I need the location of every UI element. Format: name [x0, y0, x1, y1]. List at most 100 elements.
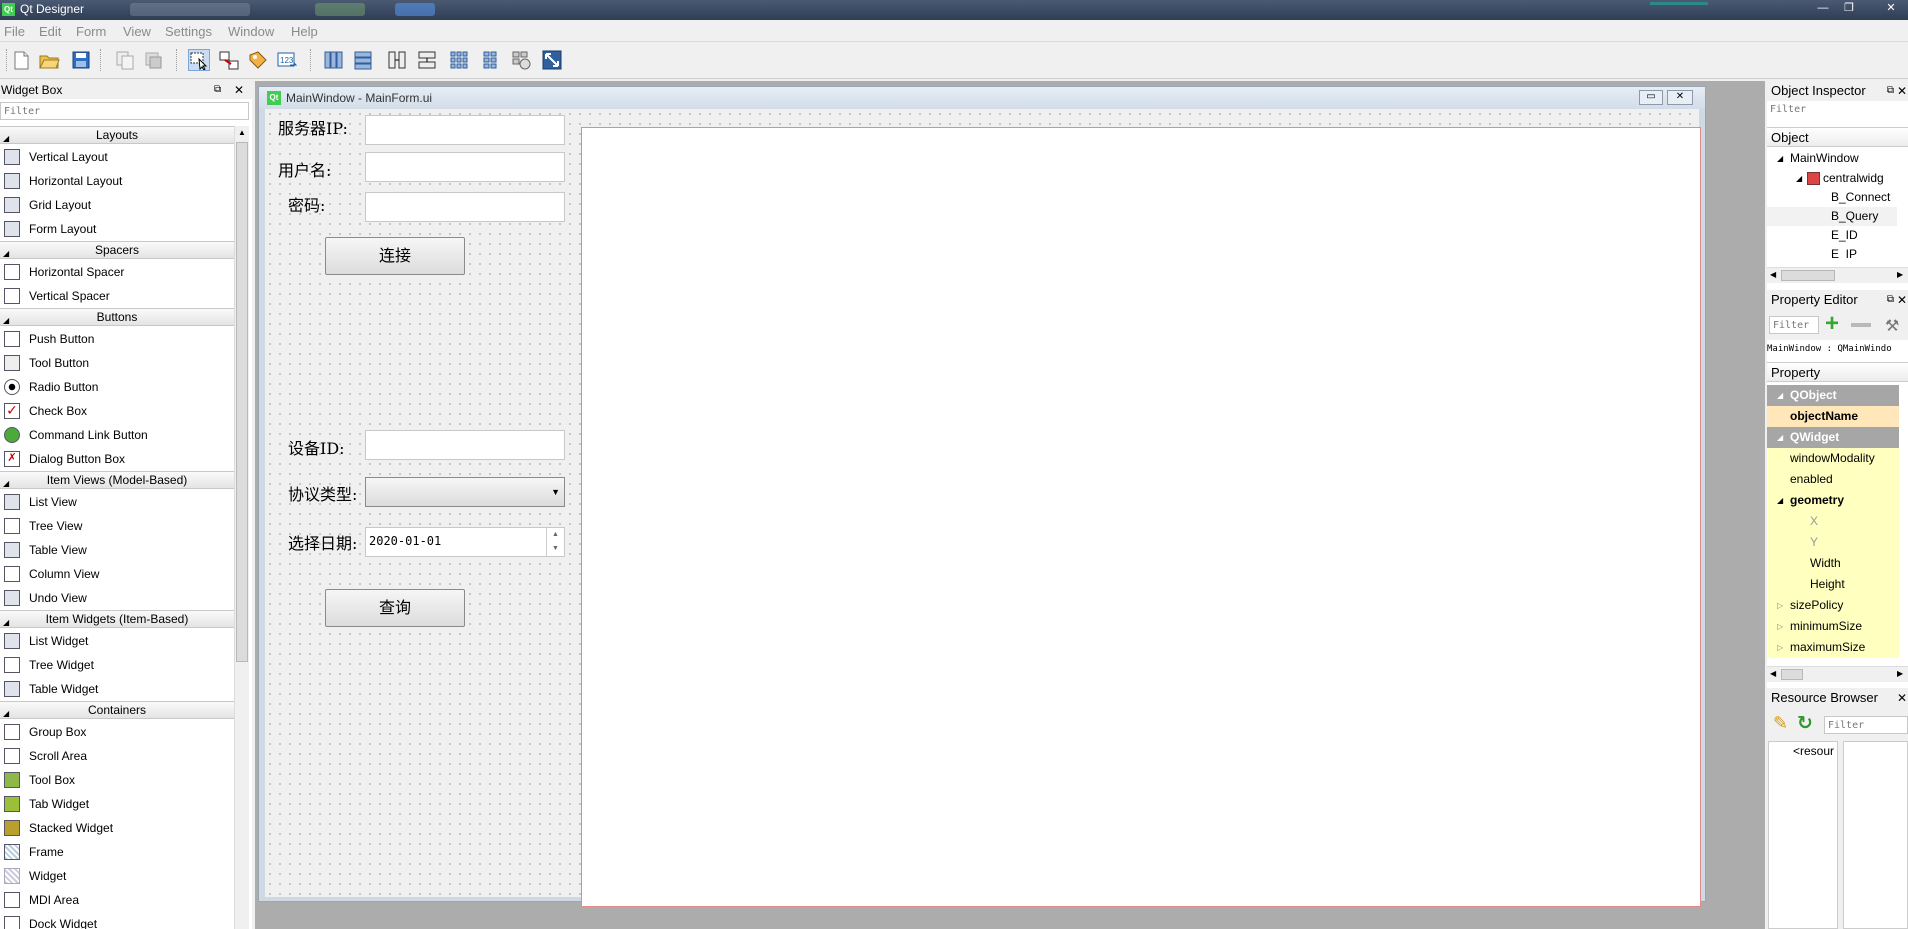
property-column-header[interactable]: Property [1767, 362, 1908, 382]
widget-item-stacked-widget[interactable]: Stacked Widget [0, 816, 234, 840]
property-minimumsize[interactable]: ▷ minimumSize [1767, 616, 1899, 637]
close-icon[interactable]: ✕ [1897, 688, 1907, 708]
widget-filter-input[interactable]: Filter [0, 102, 249, 120]
close-icon[interactable]: ✕ [1897, 81, 1907, 101]
object-filter-input[interactable]: Filter [1767, 101, 1908, 119]
close-icon[interactable]: ✕ [1897, 290, 1907, 310]
tree-item-b-query[interactable]: B_Query [1767, 207, 1897, 226]
float-icon[interactable]: ⧉ [214, 81, 221, 99]
form-close-button[interactable]: ✕ [1667, 90, 1693, 105]
form-canvas[interactable]: 服务器IP: 用户名: 密码: 连接 设备ID: 协议类型: ▼ 选择日期: 2… [265, 109, 1701, 907]
widget-item-group-box[interactable]: Group Box [0, 720, 234, 744]
category-buttons[interactable]: ◢ Buttons [0, 308, 234, 326]
edit-signals-slots-icon[interactable] [218, 49, 240, 71]
property-group-qwidget[interactable]: ◢ QWidget [1767, 427, 1899, 448]
central-display-area[interactable] [581, 127, 1701, 907]
break-layout-icon[interactable] [510, 49, 532, 71]
object-inspector-hscroll[interactable]: ◀ ▶ [1767, 267, 1908, 283]
edit-widgets-icon[interactable] [188, 49, 210, 71]
connect-button[interactable]: 连接 [325, 237, 465, 275]
property-geometry-height[interactable]: Height [1767, 574, 1899, 595]
widget-item-push-button[interactable]: Push Button [0, 327, 234, 351]
property-geometry-width[interactable]: Width [1767, 553, 1899, 574]
open-folder-icon[interactable] [38, 49, 60, 71]
scroll-thumb[interactable] [1781, 669, 1803, 680]
add-property-icon[interactable]: + [1825, 312, 1839, 336]
resource-filter-input[interactable]: Filter [1824, 716, 1908, 734]
scroll-thumb[interactable] [236, 142, 248, 662]
property-enabled[interactable]: enabled [1767, 469, 1899, 490]
date-spin-arrows[interactable]: ▲ ▼ [546, 528, 564, 556]
close-icon[interactable]: ✕ [234, 81, 244, 99]
tree-item-e-ip[interactable]: E_IP [1767, 245, 1897, 259]
widget-item-tool-button[interactable]: Tool Button [0, 351, 234, 375]
property-geometry-x[interactable]: X [1767, 511, 1899, 532]
configure-wrench-icon[interactable]: ⚒ [1885, 316, 1899, 336]
remove-property-icon[interactable] [1851, 323, 1871, 327]
property-maximumsize[interactable]: ▷ maximumSize [1767, 637, 1899, 658]
category-layouts[interactable]: ◢ Layouts [0, 126, 234, 144]
splitter-vertical-icon[interactable] [416, 49, 438, 71]
widget-item-frame[interactable]: Frame [0, 840, 234, 864]
object-column-header[interactable]: Object [1767, 127, 1908, 147]
reload-icon[interactable]: ↻ [1797, 712, 1813, 735]
username-input[interactable] [365, 152, 565, 182]
widget-item-table-view[interactable]: Table View [0, 538, 234, 562]
edit-resources-pencil-icon[interactable]: ✎ [1773, 713, 1788, 734]
adjust-size-icon[interactable] [541, 49, 563, 71]
widget-item-scroll-area[interactable]: Scroll Area [0, 744, 234, 768]
paste-icon[interactable] [142, 49, 164, 71]
widget-item-widget[interactable]: Widget [0, 864, 234, 888]
widget-item-tree-view[interactable]: Tree View [0, 514, 234, 538]
widget-item-radio-button[interactable]: Radio Button [0, 375, 234, 399]
scroll-thumb[interactable] [1781, 270, 1835, 281]
menu-edit[interactable]: Edit [39, 24, 61, 39]
widget-item-list-widget[interactable]: List Widget [0, 629, 234, 653]
lay-out-form-icon[interactable] [480, 49, 502, 71]
lay-out-vertically-icon[interactable] [352, 49, 374, 71]
menu-help[interactable]: Help [291, 24, 318, 39]
copy-icon[interactable] [114, 49, 136, 71]
property-geometry-y[interactable]: Y [1767, 532, 1899, 553]
resource-root-item[interactable]: <resour [1793, 744, 1834, 758]
widget-item-column-view[interactable]: Column View [0, 562, 234, 586]
category-containers[interactable]: ◢ Containers [0, 701, 234, 719]
widget-item-list-view[interactable]: List View [0, 490, 234, 514]
lay-out-grid-icon[interactable] [448, 49, 470, 71]
menu-form[interactable]: Form [76, 24, 106, 39]
protocol-type-combo[interactable]: ▼ [365, 477, 565, 507]
edit-buddies-icon[interactable] [247, 49, 269, 71]
property-filter-input[interactable]: Filter [1769, 316, 1819, 334]
date-edit[interactable]: 2020-01-01 ▲ ▼ [365, 527, 565, 557]
widget-item-form-layout[interactable]: Form Layout [0, 217, 234, 241]
lay-out-horizontally-icon[interactable] [322, 49, 344, 71]
widget-item-tree-widget[interactable]: Tree Widget [0, 653, 234, 677]
menu-file[interactable]: File [4, 24, 25, 39]
password-input[interactable] [365, 192, 565, 222]
widget-item-dock-widget[interactable]: Dock Widget [0, 912, 234, 929]
restore-button[interactable]: ❐ [1838, 1, 1860, 15]
widget-item-check-box[interactable]: ✓ Check Box [0, 399, 234, 423]
widget-item-undo-view[interactable]: Undo View [0, 586, 234, 610]
tree-item-b-connect[interactable]: B_Connect [1767, 188, 1897, 207]
property-windowmodality[interactable]: windowModality [1767, 448, 1899, 469]
form-minimize-button[interactable]: ▭ [1639, 90, 1663, 105]
widget-item-table-widget[interactable]: Table Widget [0, 677, 234, 701]
server-ip-input[interactable] [365, 115, 565, 145]
tree-item-e-id[interactable]: E_ID [1767, 226, 1897, 245]
minimize-button[interactable]: — [1812, 1, 1834, 15]
splitter-horizontal-icon[interactable] [386, 49, 408, 71]
close-button[interactable]: ✕ [1880, 1, 1902, 15]
widget-item-grid-layout[interactable]: Grid Layout [0, 193, 234, 217]
property-group-qobject[interactable]: ◢ QObject [1767, 385, 1899, 406]
widget-item-tool-box[interactable]: Tool Box [0, 768, 234, 792]
category-item-widgets[interactable]: ◢ Item Widgets (Item-Based) [0, 610, 234, 628]
widget-item-horizontal-layout[interactable]: Horizontal Layout [0, 169, 234, 193]
widget-box-scrollbar[interactable]: ▲ [234, 126, 249, 929]
widget-item-horizontal-spacer[interactable]: Horizontal Spacer [0, 260, 234, 284]
edit-tab-order-icon[interactable]: 123 [276, 49, 298, 71]
property-sizepolicy[interactable]: ▷ sizePolicy [1767, 595, 1899, 616]
save-icon[interactable] [70, 49, 92, 71]
property-editor-hscroll[interactable]: ◀ ▶ [1767, 666, 1908, 682]
property-objectname[interactable]: objectName [1767, 406, 1899, 427]
